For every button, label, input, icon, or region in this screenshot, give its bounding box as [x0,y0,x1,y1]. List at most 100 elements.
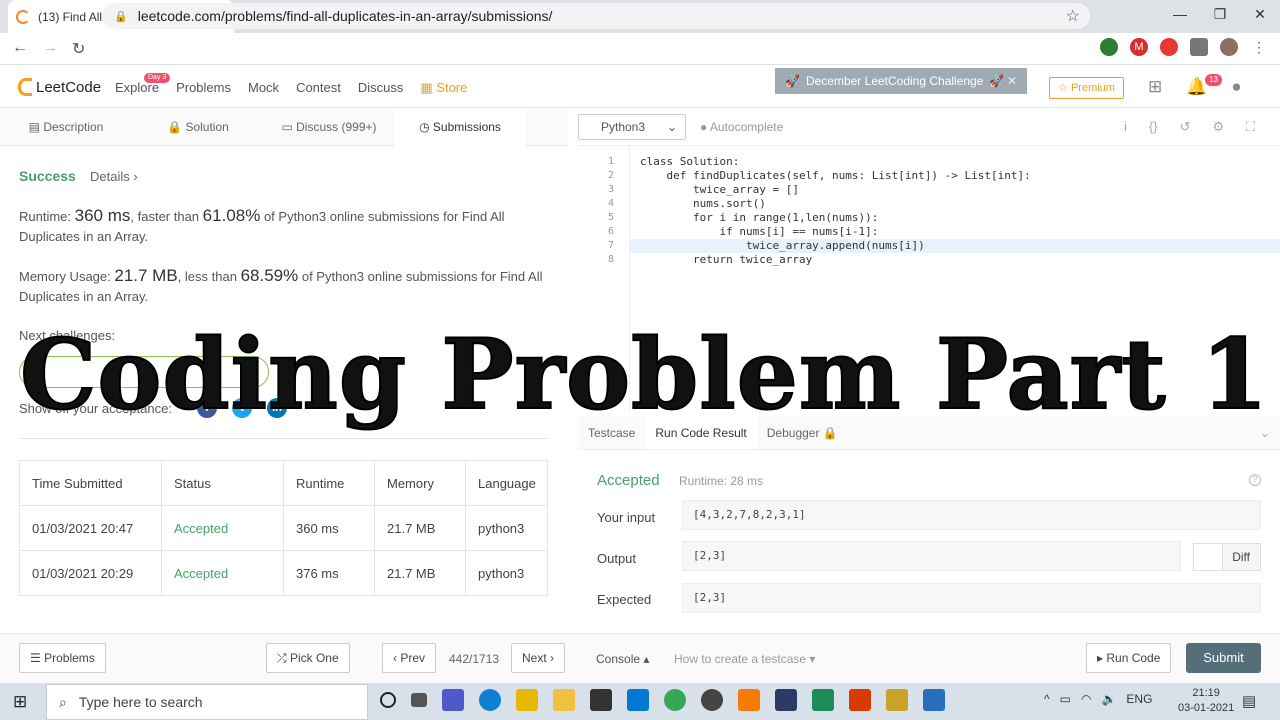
prev-button[interactable]: ‹ Prev [382,643,437,673]
photos-icon[interactable] [923,689,945,711]
tab-discuss[interactable]: ▭ Discuss (999+) [264,108,394,146]
nav-contest[interactable]: Contest [296,80,341,96]
avatar[interactable] [1220,38,1238,56]
back-icon[interactable]: ← [12,39,28,57]
notification-count: 13 [1205,74,1222,86]
extension-icon[interactable] [1160,38,1178,56]
extension-icon[interactable] [1100,38,1118,56]
nav-problems[interactable]: Problems [176,80,231,96]
folder-icon[interactable] [553,689,575,711]
nav-discuss[interactable]: Discuss [358,80,404,96]
status-link[interactable]: Accepted [161,550,284,596]
task-view-icon[interactable] [411,693,427,707]
autocomplete-toggle[interactable]: ● Autocomplete [700,120,783,134]
code-line: nums.sort() [640,197,766,210]
paint-icon[interactable] [886,689,908,711]
challenge-banner[interactable]: 🚀 December LeetCoding Challenge 🚀 ✕ [775,68,1027,94]
code-line: def findDuplicates(self, nums: List[int]… [640,169,1031,182]
extension-icon[interactable]: M [1130,38,1148,56]
chevron-down-icon: ⌄ [666,120,677,134]
user-icon[interactable]: ● [1231,77,1241,97]
divider [19,438,548,439]
store-icon[interactable] [590,689,612,711]
next-button[interactable]: Next › [511,643,566,673]
sublime-icon[interactable] [738,689,760,711]
settings-icon[interactable]: ⚙ [1212,119,1224,135]
omnibox[interactable]: 🔒 leetcode.com/problems/find-all-duplica… [102,3,1090,29]
result-runtime: Runtime: 28 ms [679,474,764,488]
windows-start-icon[interactable]: ⊞ [13,692,27,712]
url-text: leetcode.com/problems/find-all-duplicate… [137,8,553,24]
output-value: [2,3] [682,541,1181,571]
language-select[interactable]: Python3 ⌄ [578,114,686,140]
submit-button[interactable]: Submit [1186,643,1261,673]
status-link[interactable]: Accepted [161,505,284,551]
submission-status: Success [19,168,76,184]
help-icon[interactable]: ? [1249,474,1261,486]
header-icons: ⊞ 🔔 ● [1148,77,1242,97]
notification-center-icon[interactable]: ▤ [1242,692,1256,710]
nav-store[interactable]: ▦ Store [420,80,467,96]
pycharm-icon[interactable] [812,689,834,711]
expected-label: Expected [597,592,652,607]
col-runtime: Runtime [283,460,375,506]
col-status: Status [161,460,284,506]
fullscreen-icon[interactable]: ⛶ [1246,119,1255,135]
runtime-stat: Runtime: 360 ms, faster than 61.08% of P… [19,206,505,244]
run-code-button[interactable]: ▸ Run Code [1086,643,1172,673]
nav-mock[interactable]: Mock [248,80,279,96]
language-indicator[interactable]: ENG [1126,692,1152,706]
app-icon[interactable] [701,689,723,711]
wifi-icon[interactable]: ◠ [1081,692,1091,706]
cortana-icon[interactable] [380,692,396,708]
leetcode-logo[interactable]: LeetCode [18,78,101,96]
close-window-icon[interactable]: ✕ [1240,0,1280,33]
output-label: Output [597,551,637,566]
details-link[interactable]: Details › [90,169,138,184]
howto-link[interactable]: How to create a testcase ▾ [674,652,815,666]
video-overlay-title: Coding Problem Part 1 [19,317,1269,432]
battery-icon[interactable]: ▭ [1060,692,1071,706]
teams-icon[interactable] [442,689,464,711]
bookmark-star-icon[interactable]: ☆ [1066,6,1080,26]
chrome-icon[interactable] [664,689,686,711]
minimize-icon[interactable]: — [1160,0,1200,33]
braces-icon[interactable]: {} [1149,119,1158,135]
mail-icon[interactable] [627,689,649,711]
code-line: if nums[i] == nums[i-1]: [640,225,879,238]
pick-one-button[interactable]: ⤮ Pick One [266,643,350,673]
diff-toggle[interactable]: Diff [1193,543,1261,571]
more-menu-icon[interactable]: ⋮ [1250,38,1268,56]
address-bar-area: ← → ↻ [0,33,1280,65]
taskbar-clock[interactable]: 21:19 03-01-2021 [1178,686,1234,716]
office-icon[interactable] [849,689,871,711]
volume-icon[interactable]: 🔈 [1101,692,1116,706]
edge-icon[interactable] [479,689,501,711]
info-icon[interactable]: i [1124,119,1127,135]
input-value: [4,3,2,7,8,2,3,1] [682,500,1261,530]
tab-solution[interactable]: 🔒 Solution [132,108,264,146]
code-line: class Solution: [640,155,740,168]
playground-icon[interactable]: ⊞ [1148,77,1162,97]
taskbar-search[interactable]: ⌕ Type here to search [46,684,368,720]
tab-description[interactable]: ▤ Description [0,108,132,146]
chevron-up-icon[interactable]: ^ [1044,692,1050,706]
forward-icon[interactable]: → [42,39,58,57]
search-icon: ⌕ [59,693,67,710]
app-icon[interactable] [516,689,538,711]
reset-icon[interactable]: ↺ [1180,119,1191,135]
premium-button[interactable]: ☆ Premium [1049,77,1124,99]
rocket-icon: 🚀 [989,74,1005,88]
taskbar-apps [380,689,945,711]
explore-badge: Day 3 [144,73,171,83]
problems-button[interactable]: ☰ Problems [19,643,106,673]
vs-icon[interactable] [775,689,797,711]
tab-submissions[interactable]: ◷ Submissions [394,108,526,146]
puzzle-icon[interactable] [1190,38,1208,56]
rocket-icon: 🚀 [785,74,800,88]
reload-icon[interactable]: ↻ [72,39,85,59]
console-toggle[interactable]: Console ▴ [596,652,649,666]
maximize-icon[interactable]: ❐ [1200,0,1240,33]
close-banner-icon[interactable]: ✕ [1007,74,1017,88]
extensions: M ⋮ [1100,38,1268,56]
